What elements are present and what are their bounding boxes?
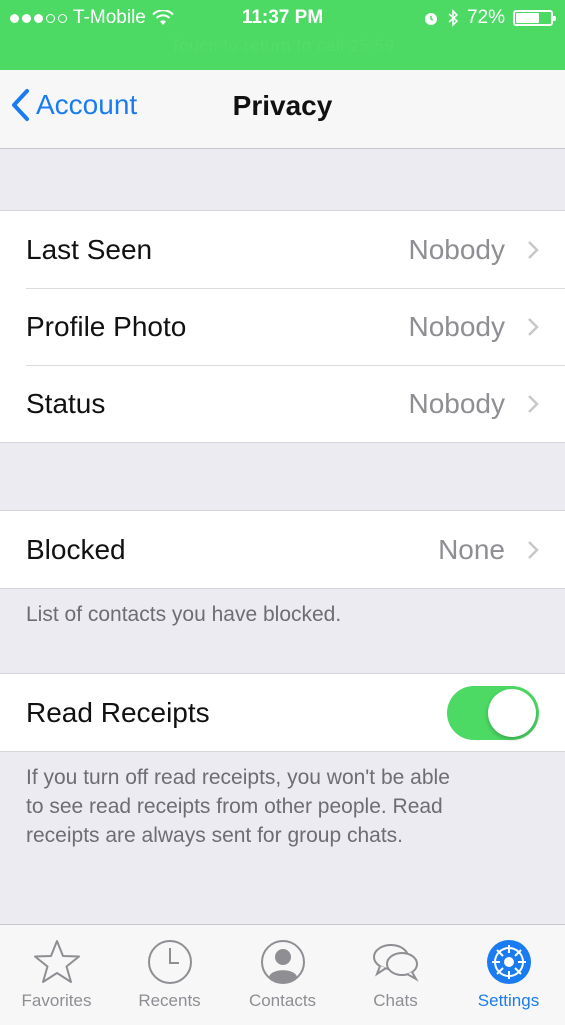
visibility-settings-group: Last Seen Nobody Profile Photo Nobody St…	[0, 210, 565, 443]
chevron-right-icon	[528, 317, 539, 336]
return-to-call-banner[interactable]: Touch to return to call 25:59	[0, 36, 565, 56]
status-label: Status	[26, 387, 106, 419]
read-receipts-row: Read Receipts	[0, 674, 565, 751]
tab-label: Settings	[477, 991, 540, 1010]
navigation-bar: Account Privacy	[0, 70, 565, 149]
tab-settings[interactable]: Settings	[452, 925, 565, 1025]
chat-bubbles-icon	[372, 944, 419, 982]
toggle-knob	[488, 688, 536, 737]
last-seen-label: Last Seen	[26, 233, 153, 265]
tab-label: Contacts	[248, 991, 317, 1010]
status-bar: T-Mobile 11:37 PM 72% Touch to return to…	[0, 0, 565, 70]
blocked-settings-group: Blocked None	[0, 510, 565, 589]
read-receipts-group: Read Receipts	[0, 673, 565, 752]
status-row[interactable]: Status Nobody	[0, 365, 565, 442]
read-receipts-footer-note: If you turn off read receipts, you won't…	[26, 763, 546, 850]
last-seen-row[interactable]: Last Seen Nobody	[0, 211, 565, 288]
blocked-value: None	[438, 533, 505, 565]
battery-icon	[513, 10, 556, 26]
tab-label: Chats	[373, 991, 418, 1010]
chevron-right-icon	[528, 540, 539, 559]
note-line: receipts are always sent for group chats…	[26, 824, 404, 847]
tab-contacts[interactable]: Contacts	[226, 925, 339, 1025]
tab-recents[interactable]: Recents	[113, 925, 226, 1025]
profile-photo-value: Nobody	[408, 310, 505, 342]
status-value: Nobody	[408, 387, 505, 419]
blocked-row[interactable]: Blocked None	[0, 511, 565, 588]
chevron-right-icon	[528, 240, 539, 259]
profile-photo-row[interactable]: Profile Photo Nobody	[0, 288, 565, 365]
gear-icon	[486, 940, 531, 984]
note-line: If you turn off read receipts, you won't…	[26, 766, 450, 789]
tab-bar: Favorites Recents Contacts Chats Setting…	[0, 924, 565, 1025]
person-icon	[260, 940, 305, 984]
star-icon	[33, 940, 80, 983]
alarm-icon	[424, 13, 437, 25]
battery-percentage: 72%	[466, 7, 505, 28]
tab-label: Recents	[138, 991, 201, 1010]
blocked-label: Blocked	[26, 533, 126, 565]
bluetooth-icon	[448, 9, 459, 27]
note-line: to see read receipts from other people. …	[26, 795, 443, 818]
tab-label: Favorites	[21, 991, 92, 1010]
tab-favorites[interactable]: Favorites	[0, 925, 113, 1025]
read-receipts-toggle[interactable]	[447, 685, 539, 740]
last-seen-value: Nobody	[408, 233, 505, 265]
profile-photo-label: Profile Photo	[26, 310, 187, 342]
clock-icon	[147, 940, 192, 984]
blocked-footer-note: List of contacts you have blocked.	[26, 603, 342, 626]
tab-chats[interactable]: Chats	[339, 925, 452, 1025]
page-title: Privacy	[232, 90, 333, 121]
chevron-right-icon	[528, 394, 539, 413]
read-receipts-label: Read Receipts	[26, 696, 210, 728]
